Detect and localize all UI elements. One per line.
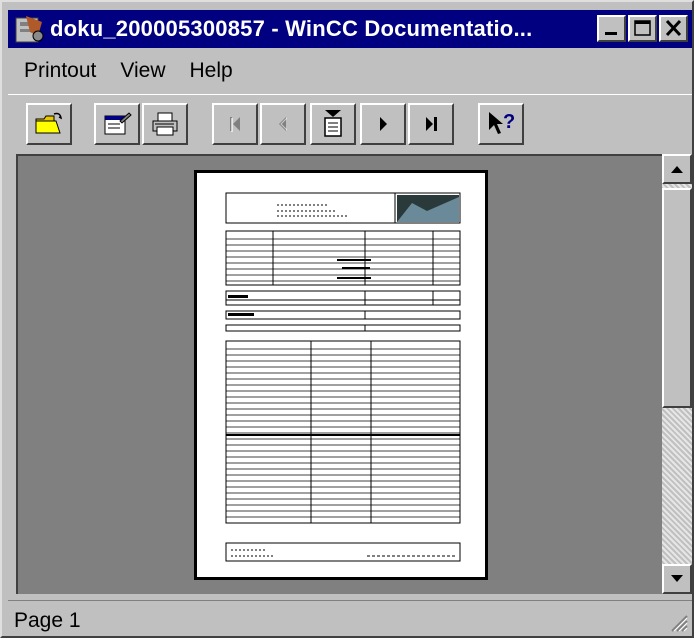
properties-icon	[104, 112, 132, 135]
open-icon	[35, 112, 62, 134]
menu-printout-label: Printout	[24, 59, 97, 82]
resize-grip-icon[interactable]	[666, 610, 688, 632]
menu-help-label: Help	[189, 59, 233, 82]
menu-view[interactable]: View	[120, 59, 165, 83]
document-viewport[interactable]	[16, 154, 662, 594]
page-status: Page 1	[14, 609, 81, 632]
context-help-icon: ?	[489, 111, 515, 134]
menu-view-label: View	[120, 59, 166, 82]
svg-text:?: ?	[503, 111, 515, 133]
next-page-button[interactable]	[360, 103, 406, 145]
minimize-icon	[605, 32, 617, 35]
menu-printout[interactable]: Printout	[24, 59, 96, 83]
wincc-app-icon[interactable]	[12, 12, 46, 46]
menu-bar: Printout View Help	[8, 54, 241, 88]
scroll-down-button[interactable]	[662, 564, 692, 594]
scroll-thumb[interactable]	[662, 188, 692, 408]
previous-page-button[interactable]	[260, 103, 306, 145]
window-title: doku_200005300857 - WinCC Documentatio..…	[50, 16, 533, 41]
scroll-up-button[interactable]	[662, 154, 692, 184]
properties-button[interactable]	[94, 103, 140, 145]
last-page-icon	[426, 117, 437, 131]
status-bar: Page 1	[8, 600, 692, 636]
previous-page-icon	[279, 117, 288, 131]
maximize-button[interactable]	[628, 15, 657, 42]
close-button[interactable]	[659, 15, 688, 42]
menu-help[interactable]: Help	[190, 59, 233, 83]
close-icon	[665, 19, 682, 37]
page-thumbnail-content	[225, 192, 461, 562]
open-button[interactable]	[26, 103, 72, 145]
first-page-icon	[230, 117, 240, 132]
last-page-button[interactable]	[408, 103, 454, 145]
vertical-scrollbar[interactable]	[662, 154, 692, 594]
context-help-button[interactable]: ?	[478, 103, 524, 145]
maximize-icon	[634, 20, 651, 36]
minimize-button[interactable]	[597, 15, 626, 42]
next-page-icon	[380, 117, 387, 131]
toolbar: ?	[8, 94, 692, 150]
application-window: doku_200005300857 - WinCC Documentatio..…	[0, 0, 694, 638]
page-preview[interactable]	[194, 170, 488, 580]
first-page-button[interactable]	[212, 103, 258, 145]
print-icon	[152, 112, 178, 136]
print-button[interactable]	[142, 103, 188, 145]
single-page-icon	[324, 110, 342, 137]
single-page-button[interactable]	[310, 103, 356, 145]
arrow-up-icon	[671, 166, 683, 173]
title-bar[interactable]: doku_200005300857 - WinCC Documentatio..…	[8, 10, 692, 48]
arrow-down-icon	[671, 575, 683, 582]
